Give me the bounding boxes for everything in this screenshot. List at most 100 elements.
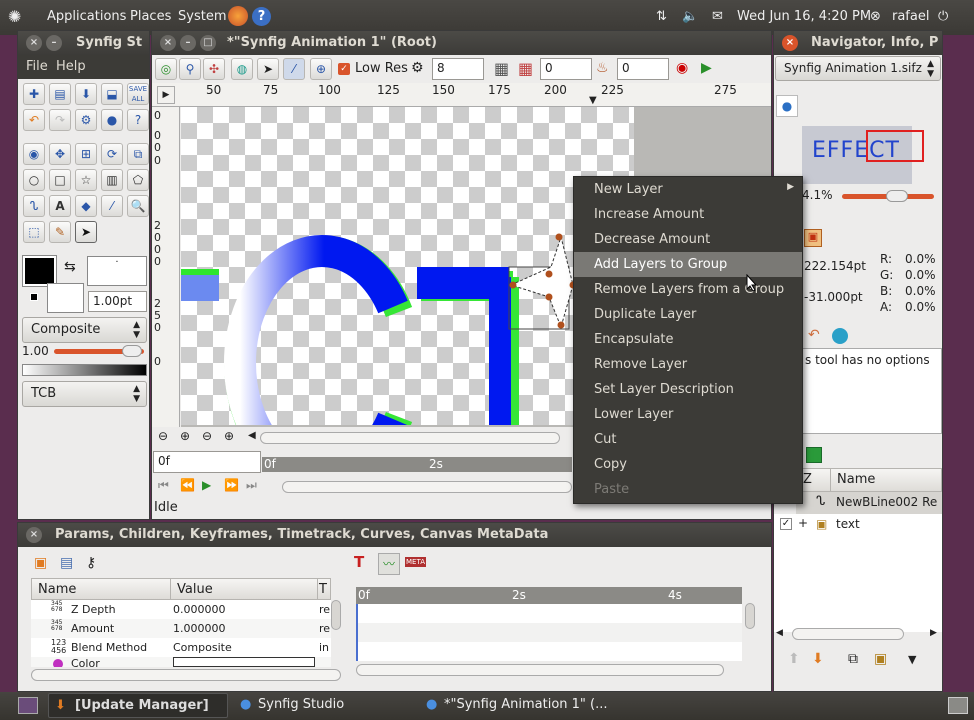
- seek-begin-icon[interactable]: ⏮: [158, 478, 169, 493]
- show-grid-icon[interactable]: ⚲: [179, 58, 201, 80]
- vertex-handle[interactable]: [509, 281, 517, 289]
- play-icon[interactable]: ▶: [202, 478, 211, 492]
- value-column-header[interactable]: Value: [170, 578, 318, 600]
- horizontal-ruler[interactable]: ▶ 50 75 100 125 150 175 200 225 275 ▼: [152, 83, 771, 107]
- blend-method-combo[interactable]: Composite ▲ ▼: [22, 317, 147, 343]
- undo-history-tab-icon[interactable]: ↶: [808, 327, 820, 343]
- render-icon[interactable]: ●: [101, 109, 123, 131]
- timetrack-vscrollbar[interactable]: [745, 603, 755, 629]
- layer-row[interactable]: ᔐ NewBLine002 Re: [796, 492, 942, 514]
- sketch-tool-icon[interactable]: ⬚: [23, 221, 45, 243]
- polygon-tool-icon[interactable]: ⬠: [127, 169, 149, 191]
- vertex-handle[interactable]: [557, 321, 565, 329]
- menu-item-copy[interactable]: Copy: [574, 452, 802, 477]
- low-res-checkbox[interactable]: ✓: [338, 63, 350, 75]
- param-row[interactable]: 345 678 Z Depth 0.000000 re: [31, 600, 331, 619]
- mail-icon[interactable]: ✉: [712, 9, 723, 24]
- scroll-left-icon[interactable]: ◀: [776, 628, 783, 638]
- grid-show-icon[interactable]: ▦: [494, 59, 509, 78]
- star-tool-icon[interactable]: ☆: [75, 169, 97, 191]
- curves-tab-icon[interactable]: 〰: [378, 553, 400, 575]
- applications-menu[interactable]: Applications: [47, 9, 126, 24]
- interpolation-combo[interactable]: TCB ▲ ▼: [22, 381, 147, 407]
- color-value-swatch[interactable]: [173, 657, 315, 667]
- file-menu[interactable]: File: [26, 59, 48, 74]
- network-icon[interactable]: ⇅: [656, 9, 667, 24]
- open-file-icon[interactable]: ▤: [49, 83, 71, 105]
- show-desktop-icon[interactable]: [18, 697, 38, 714]
- setup-icon[interactable]: ⚙: [75, 109, 97, 131]
- text-layer-tab-icon[interactable]: T: [354, 553, 364, 571]
- outline-color-swatch[interactable]: [22, 255, 57, 287]
- timetrack-ruler[interactable]: 0f 2s 4s: [356, 587, 742, 604]
- firefox-icon[interactable]: [228, 6, 248, 26]
- menu-item-lower-layer[interactable]: Lower Layer: [574, 402, 802, 427]
- save-icon[interactable]: ⬇: [75, 83, 97, 105]
- width-tool-icon[interactable]: ➤: [75, 221, 97, 243]
- play-preview-icon[interactable]: ▶: [701, 60, 712, 76]
- duplicate-layer-icon[interactable]: ⧉: [848, 651, 858, 667]
- expand-icon[interactable]: +: [798, 516, 808, 530]
- close-icon[interactable]: ×: [26, 35, 42, 51]
- menu-item-remove-layer[interactable]: Remove Layer: [574, 352, 802, 377]
- type-column-header[interactable]: T: [317, 578, 331, 600]
- vertex-handle[interactable]: [545, 293, 553, 301]
- gradient-tool-icon[interactable]: ▥: [101, 169, 123, 191]
- about-icon[interactable]: ?: [127, 109, 149, 131]
- name-column-header[interactable]: Name: [830, 468, 942, 492]
- power-icon[interactable]: ⏻: [938, 9, 948, 24]
- system-menu[interactable]: System: [178, 9, 226, 24]
- zoom-out-icon[interactable]: ⊖: [202, 429, 212, 443]
- seek-end-icon[interactable]: ⏭: [246, 478, 257, 493]
- raise-layer-icon[interactable]: ⬆: [788, 651, 800, 667]
- name-column-header[interactable]: Name: [31, 578, 171, 600]
- zoom-in-icon[interactable]: ⊕: [224, 429, 234, 443]
- menu-item-duplicate-layer[interactable]: Duplicate Layer: [574, 302, 802, 327]
- redo-icon[interactable]: ↷: [49, 109, 71, 131]
- undo-icon[interactable]: ↶: [23, 109, 45, 131]
- metadata-tab-icon[interactable]: META: [405, 557, 426, 567]
- future-onion-field[interactable]: 0: [617, 58, 669, 80]
- eyedrop-tool-icon[interactable]: ⁄: [101, 195, 123, 217]
- params-vscrollbar[interactable]: [331, 600, 341, 630]
- rectangle-tool-icon[interactable]: □: [49, 169, 71, 191]
- width-ducks-icon[interactable]: ➤: [257, 58, 279, 80]
- seek-next-icon[interactable]: ⏩: [224, 478, 239, 492]
- grid-snap-icon[interactable]: ▦: [518, 59, 533, 78]
- brush-size-field[interactable]: 1.00pt: [88, 291, 147, 312]
- menu-item-add-layers-to-group[interactable]: Add Layers to Group: [574, 252, 802, 277]
- menu-item-remove-layers-from-group[interactable]: Remove Layers from a Group: [574, 277, 802, 302]
- text-tool-icon[interactable]: A: [49, 195, 71, 217]
- fill-color-swatch[interactable]: ·: [87, 256, 147, 286]
- record-icon[interactable]: ◉: [676, 60, 688, 76]
- param-row[interactable]: 345 678 Amount 1.000000 re: [31, 619, 331, 638]
- maximize-icon[interactable]: □: [200, 35, 216, 51]
- more-options-icon[interactable]: ▼: [908, 653, 916, 666]
- user-name[interactable]: rafael: [892, 9, 929, 24]
- vertical-ruler[interactable]: 0 0 0 0 2 0 0 0 2 5 0 0: [152, 107, 180, 427]
- quality-field[interactable]: 8: [432, 58, 484, 80]
- menu-item-increase-amount[interactable]: Increase Amount: [574, 202, 802, 227]
- taskbar-item-update-manager[interactable]: ⬇ [Update Manager]: [48, 693, 228, 718]
- close-icon[interactable]: ×: [26, 527, 42, 543]
- timetrack-hscrollbar[interactable]: [356, 664, 724, 676]
- scroll-right-icon[interactable]: ▶: [930, 628, 937, 638]
- navigator-preview[interactable]: EFFECT: [802, 126, 924, 184]
- scale-tool-icon[interactable]: ⊞: [75, 143, 97, 165]
- menu-item-new-layer[interactable]: New Layer ▶: [574, 177, 802, 202]
- tangent-ducks-icon[interactable]: ⁄: [283, 58, 305, 80]
- canvas-selector-combo[interactable]: Synfig Animation 1.sifz ▲ ▼: [775, 56, 941, 81]
- zoom-in-icon[interactable]: ⊕: [180, 429, 190, 443]
- close-icon[interactable]: ×: [160, 35, 176, 51]
- volume-icon[interactable]: 🔈: [682, 9, 698, 24]
- time-field[interactable]: 0f: [153, 451, 261, 473]
- layers-list-empty[interactable]: [774, 536, 942, 632]
- canvas-drawing-area[interactable]: [181, 107, 634, 425]
- scroll-left-icon[interactable]: ◀: [248, 430, 256, 441]
- help-icon[interactable]: ?: [252, 7, 271, 26]
- menu-item-set-layer-description[interactable]: Set Layer Description: [574, 377, 802, 402]
- zoom-tool-icon[interactable]: 🔍: [127, 195, 149, 217]
- info-tab-icon[interactable]: ▣: [804, 229, 822, 247]
- lower-layer-icon[interactable]: ⬇: [812, 651, 824, 667]
- help-menu[interactable]: Help: [56, 59, 86, 74]
